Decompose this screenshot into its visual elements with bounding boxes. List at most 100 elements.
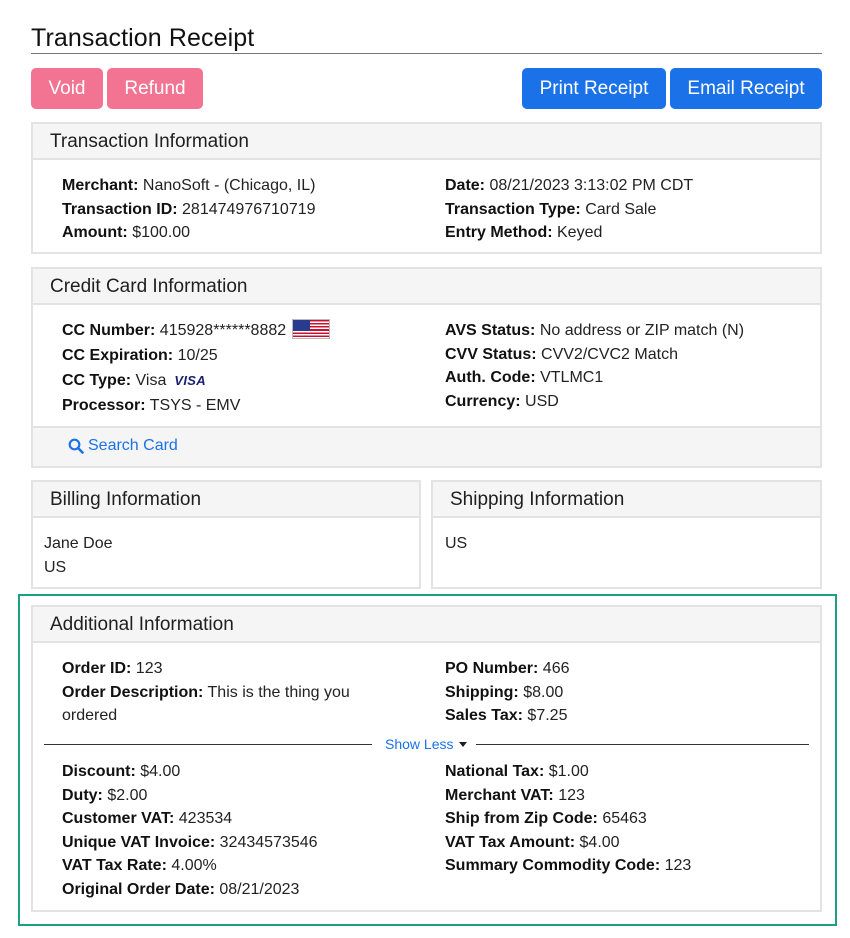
date-label: Date: bbox=[445, 177, 486, 194]
transaction-information-panel: Transaction Information Merchant: NanoSo… bbox=[31, 122, 822, 254]
shipping-details: US bbox=[445, 532, 467, 556]
date-row: Date: 08/21/2023 3:13:02 PM CDT bbox=[445, 174, 693, 198]
po-number-label: PO Number: bbox=[445, 660, 539, 677]
avs-status-value: No address or ZIP match (N) bbox=[539, 322, 745, 339]
card-panel-footer: Search Card bbox=[33, 426, 820, 466]
original-order-date-row: Original Order Date: 08/21/2023 bbox=[62, 878, 318, 902]
currency-value: USD bbox=[525, 392, 559, 410]
cc-type-row: CC Type: Visa VISA bbox=[62, 368, 330, 393]
processor-value: TSYS - EMV bbox=[149, 397, 241, 414]
order-id-value: 123 bbox=[135, 660, 163, 677]
cc-type-label: CC Type: bbox=[62, 372, 132, 389]
order-description-row: Order Description: This is the thing you bbox=[62, 681, 350, 705]
discount-value: $4.00 bbox=[140, 763, 181, 780]
summary-commodity-code-value: 123 bbox=[664, 857, 692, 874]
auth-code-row: Auth. Code: VTLMC1 bbox=[445, 366, 744, 390]
merchant-vat-row: Merchant VAT: 123 bbox=[445, 784, 691, 808]
page-title: Transaction Receipt bbox=[31, 24, 255, 52]
national-tax-value: $1.00 bbox=[548, 763, 589, 780]
merchant-label: Merchant: bbox=[62, 177, 139, 194]
transaction-type-label: Transaction Type: bbox=[445, 200, 581, 218]
transaction-left-column: Merchant: NanoSoft - (Chicago, IL) Trans… bbox=[62, 174, 316, 245]
shipping-cost-row: Shipping: $8.00 bbox=[445, 681, 570, 705]
discount-label: Discount: bbox=[62, 763, 136, 780]
national-tax-row: National Tax: $1.00 bbox=[445, 760, 691, 784]
original-order-date-value: 08/21/2023 bbox=[219, 880, 300, 898]
cc-expiration-label: CC Expiration: bbox=[62, 347, 174, 364]
amount-label: Amount: bbox=[62, 224, 128, 241]
cc-expiration-row: CC Expiration: 10/25 bbox=[62, 343, 330, 368]
transaction-information-header: Transaction Information bbox=[33, 124, 820, 160]
sales-tax-row: Sales Tax: $7.25 bbox=[445, 704, 570, 728]
order-description-label: Order Description: bbox=[62, 683, 204, 701]
additional-left-column: Order ID: 123 Order Description: This is… bbox=[62, 657, 350, 728]
customer-vat-row: Customer VAT: 423534 bbox=[62, 807, 318, 831]
void-button[interactable]: Void bbox=[31, 68, 103, 109]
summary-commodity-code-row: Summary Commodity Code: 123 bbox=[445, 854, 691, 878]
vat-tax-rate-value: 4.00% bbox=[171, 857, 217, 874]
order-id-label: Order ID: bbox=[62, 660, 132, 677]
vat-tax-rate-row: VAT Tax Rate: 4.00% bbox=[62, 854, 318, 878]
additional-right-column: PO Number: 466 Shipping: $8.00 Sales Tax… bbox=[445, 657, 570, 728]
refund-button[interactable]: Refund bbox=[107, 68, 203, 109]
show-less-divider-left bbox=[44, 744, 372, 745]
national-tax-label: National Tax: bbox=[445, 763, 545, 780]
merchant-vat-label: Merchant VAT: bbox=[445, 786, 554, 804]
credit-card-information-panel: Credit Card Information CC Number: 41592… bbox=[31, 267, 822, 468]
amount-row: Amount: $100.00 bbox=[62, 221, 316, 245]
sales-tax-value: $7.25 bbox=[527, 707, 568, 724]
unique-vat-invoice-value: 32434573546 bbox=[219, 833, 318, 851]
merchant-vat-value: 123 bbox=[558, 786, 585, 804]
additional-expanded-left-column: Discount: $4.00 Duty: $2.00 Customer VAT… bbox=[62, 760, 318, 901]
card-right-column: AVS Status: No address or ZIP match (N) … bbox=[445, 319, 744, 413]
billing-details: Jane Doe US bbox=[44, 532, 113, 579]
shipping-cost-value: $8.00 bbox=[523, 683, 564, 701]
vat-tax-rate-label: VAT Tax Rate: bbox=[62, 857, 167, 874]
shipping-cost-label: Shipping: bbox=[445, 683, 519, 701]
transaction-type-row: Transaction Type: Card Sale bbox=[445, 198, 693, 222]
po-number-value: 466 bbox=[542, 660, 570, 677]
print-receipt-button[interactable]: Print Receipt bbox=[522, 68, 666, 109]
billing-information-panel: Billing Information Jane Doe US bbox=[31, 480, 421, 589]
unique-vat-invoice-row: Unique VAT Invoice: 32434573546 bbox=[62, 831, 318, 855]
us-flag-icon bbox=[292, 319, 331, 339]
visa-logo-icon: VISA bbox=[174, 373, 206, 388]
transaction-id-value: 281474976710719 bbox=[182, 200, 316, 218]
show-less-toggle[interactable]: Show Less bbox=[385, 736, 468, 752]
discount-row: Discount: $4.00 bbox=[62, 760, 318, 784]
cc-number-row: CC Number: 415928******8882 bbox=[62, 318, 331, 343]
additional-expanded-right-column: National Tax: $1.00 Merchant VAT: 123 Sh… bbox=[445, 760, 691, 878]
merchant-row: Merchant: NanoSoft - (Chicago, IL) bbox=[62, 174, 316, 198]
billing-information-header: Billing Information bbox=[33, 482, 419, 518]
order-description-value: This is the thing you bbox=[207, 683, 350, 701]
cc-number-label: CC Number: bbox=[62, 322, 156, 339]
order-id-row: Order ID: 123 bbox=[62, 657, 350, 681]
currency-label: Currency: bbox=[445, 392, 521, 410]
search-card-link[interactable]: Search Card bbox=[68, 437, 178, 455]
cc-number-value: 415928******8882 bbox=[159, 322, 287, 339]
avs-status-label: AVS Status: bbox=[445, 322, 536, 339]
customer-vat-value: 423534 bbox=[178, 810, 233, 827]
cc-expiration-value: 10/25 bbox=[177, 347, 218, 364]
cvv-status-label: CVV Status: bbox=[445, 345, 537, 363]
search-icon bbox=[68, 438, 84, 454]
po-number-row: PO Number: 466 bbox=[445, 657, 570, 681]
ship-from-zip-value: 65463 bbox=[602, 810, 647, 827]
additional-information-panel: Additional Information Order ID: 123 Ord… bbox=[31, 605, 822, 912]
shipping-country: US bbox=[445, 535, 468, 552]
email-receipt-button[interactable]: Email Receipt bbox=[670, 68, 822, 109]
processor-label: Processor: bbox=[62, 397, 146, 414]
entry-method-row: Entry Method: Keyed bbox=[445, 221, 693, 245]
card-left-column: CC Number: 415928******8882 CC Expiratio… bbox=[62, 318, 331, 418]
currency-row: Currency: USD bbox=[445, 390, 744, 414]
customer-vat-label: Customer VAT: bbox=[62, 810, 175, 827]
shipping-information-header: Shipping Information bbox=[433, 482, 820, 518]
order-description-continued: ordered bbox=[62, 707, 118, 724]
summary-commodity-code-label: Summary Commodity Code: bbox=[445, 857, 661, 874]
cvv-status-value: CVV2/CVC2 Match bbox=[541, 345, 678, 363]
original-order-date-label: Original Order Date: bbox=[62, 880, 215, 898]
unique-vat-invoice-label: Unique VAT Invoice: bbox=[62, 833, 216, 851]
caret-down-icon bbox=[459, 741, 468, 747]
cc-type-value: Visa bbox=[135, 372, 167, 389]
entry-method-label: Entry Method: bbox=[445, 224, 553, 241]
